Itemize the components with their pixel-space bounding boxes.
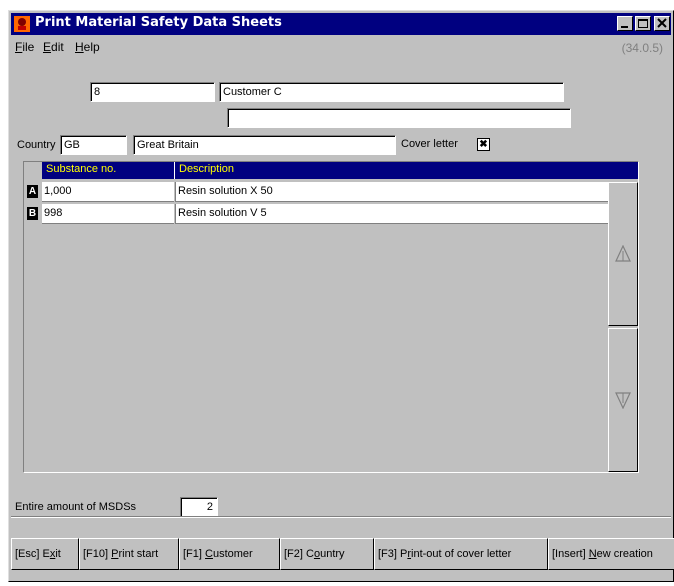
menu-help[interactable]: Help [75,40,100,54]
customer-button-label: [F1] [183,548,206,560]
menu-edit-label: dit [51,40,64,54]
minimize-icon [621,26,628,28]
row-marker: A [27,185,38,198]
cover-letter-print-button[interactable]: [F3] Print-out of cover letter [374,538,548,570]
cover-letter-print-label: [F3] P [378,548,408,560]
description-cell[interactable]: Resin solution X 50 [175,182,608,202]
substance-cell[interactable]: 998 [42,204,174,224]
new-creation-button[interactable]: [Insert] New creation [548,538,674,570]
main-window: Print Material Safety Data Sheets File E… [8,10,674,582]
cover-letter-checkbox[interactable]: ✖ [477,138,490,151]
customer-button-mnemonic: C [205,548,213,560]
print-start-label: [F10] [83,548,112,560]
close-icon [657,18,667,28]
table-row[interactable]: A 1,000 Resin solution X 50 [24,181,640,203]
substance-cell[interactable]: 1,000 [42,182,174,202]
menu-help-mnemonic: H [75,40,84,54]
scroll-down-icon [615,392,631,409]
customer-name2-field[interactable] [227,108,571,128]
country-button-label: [F2] C [284,548,314,560]
new-creation-label: [Insert] [552,548,589,560]
menu-edit-mnemonic: E [43,40,52,54]
customer-button-label-rest: ustomer [212,548,253,560]
menu-file-label: ile [22,40,35,54]
row-marker: B [27,207,38,220]
close-button[interactable] [654,16,670,31]
version-label: (34.0.5) [621,41,663,55]
exit-button-label-rest: it [55,548,61,560]
country-code-field[interactable]: GB [60,135,127,155]
grid-header: Substance no. Description [42,162,638,179]
app-hazard-icon [14,16,30,32]
maximize-icon [638,19,648,28]
table-row[interactable]: B 998 Resin solution V 5 [24,203,640,225]
total-label: Entire amount of MSDSs [15,501,137,513]
substance-grid: Substance no. Description A 1,000 Resin … [23,161,639,473]
customer-button[interactable]: [F1] Customer [179,538,280,570]
print-start-button[interactable]: [F10] Print start [79,538,179,570]
title-bar[interactable]: Print Material Safety Data Sheets [11,13,671,35]
divider [11,516,671,518]
cover-letter-label: Cover letter [401,138,458,150]
customer-name-field[interactable]: Customer C [219,82,564,102]
scroll-up-icon [615,245,631,262]
country-button-label-rest: untry [320,548,345,560]
exit-button[interactable]: [Esc] Exit [11,538,79,570]
column-separator [174,162,175,179]
function-key-bar: [Esc] Exit [F10] Print start [F1] Custom… [11,538,674,570]
new-creation-mnemonic: N [588,548,597,560]
menu-bar: File Edit Help (34.0.5) [11,37,671,57]
country-name-field[interactable]: Great Britain [133,135,396,155]
total-field: 2 [180,497,218,517]
column-header-substance[interactable]: Substance no. [46,163,116,175]
description-cell[interactable]: Resin solution V 5 [175,204,608,224]
scroll-up-button[interactable] [608,182,638,326]
cover-letter-print-label-rest: int-out of cover letter [411,548,512,560]
column-header-description[interactable]: Description [179,163,234,175]
customer-number-field[interactable]: 8 [90,82,215,102]
menu-edit[interactable]: Edit [43,40,64,54]
maximize-button[interactable] [635,16,651,31]
minimize-button[interactable] [617,16,633,31]
country-label: Country [17,139,56,151]
scroll-down-button[interactable] [608,328,638,472]
new-creation-label-rest: ew creation [596,548,653,560]
exit-button-label: [Esc] E [15,548,50,560]
menu-file[interactable]: File [15,40,34,54]
country-button[interactable]: [F2] Country [280,538,374,570]
menu-help-label: elp [83,40,100,54]
print-start-label-rest: rint start [118,548,159,560]
window-title: Print Material Safety Data Sheets [35,15,282,30]
